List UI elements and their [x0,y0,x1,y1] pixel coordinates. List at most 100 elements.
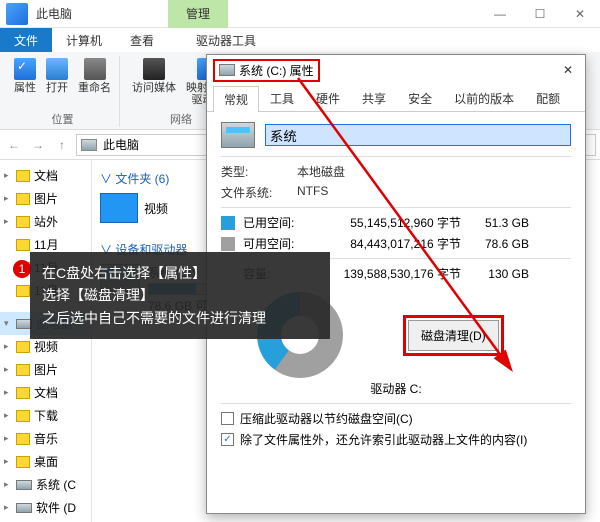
rename-label: 重命名 [78,82,111,94]
drive-large-icon [221,122,255,148]
nav-label: 站外 [34,213,58,230]
nav-item[interactable]: ▸桌面 [0,450,91,473]
index-checkbox[interactable]: ✓ 除了文件属性外，还允许索引此驱动器上文件的内容(I) [221,431,571,448]
tab-security[interactable]: 安全 [397,85,443,111]
fs-label: 文件系统: [221,184,297,201]
nav-label: 视频 [34,338,58,355]
free-label: 可用空间: [243,235,303,252]
folder-icon [16,364,30,376]
nav-item[interactable]: ▸音乐 [0,427,91,450]
annotation-box: 在C盘处右击选择【属性】 选择【磁盘清理】 之后选中自己不需要的文件进行清理 [30,252,330,339]
tab-drive-tools[interactable]: 驱动器工具 [182,28,270,52]
nav-item[interactable]: ▸图片 [0,358,91,381]
group-network-label: 网络 [170,111,192,127]
folder-icon [16,170,30,182]
ribbon-tabs: 文件 计算机 查看 驱动器工具 [0,28,600,52]
nav-label: 11月 [34,236,58,253]
free-bytes: 84,443,017,216 字节 [311,235,461,252]
nav-label: 桌面 [34,453,58,470]
dialog-title-highlight: 系统 (C:) 属性 [213,59,320,82]
nav-label: 系统 (C [36,476,76,493]
address-text: 此电脑 [103,136,139,153]
annotation-line: 之后选中自己不需要的文件进行清理 [42,307,318,329]
checkbox-icon: ✓ [221,433,234,446]
dialog-title: 系统 (C:) 属性 [239,62,314,79]
type-label: 类型: [221,163,297,180]
checkbox-icon [221,412,234,425]
forward-button[interactable]: → [28,138,48,152]
properties-label: 属性 [14,82,36,94]
annotation-line: 选择【磁盘清理】 [42,284,318,306]
nav-label: 文档 [34,384,58,401]
maximize-button[interactable]: ☐ [520,0,560,28]
nav-buttons: ← → ↑ [4,138,72,152]
tab-file[interactable]: 文件 [0,28,52,52]
drive-icon [219,64,235,76]
folder-item[interactable]: 视频 [100,193,168,223]
folder-icon [100,193,138,223]
capacity-gb: 130 GB [469,267,529,281]
nav-label: 图片 [34,190,58,207]
used-gb: 51.3 GB [469,216,529,230]
nav-label: 图片 [34,361,58,378]
properties-button[interactable]: 属性 [12,56,38,96]
access-media-label: 访问媒体 [132,82,176,94]
fs-value: NTFS [297,184,328,201]
folder-icon [16,410,30,422]
free-gb: 78.6 GB [469,237,529,251]
tab-view[interactable]: 查看 [116,28,168,52]
minimize-button[interactable]: — [480,0,520,28]
open-button[interactable]: 打开 [44,56,70,96]
access-media-button[interactable]: 访问媒体 [130,56,178,108]
nav-item[interactable]: ▸站外 [0,210,91,233]
cleanup-highlight: 磁盘清理(D) [403,315,504,356]
drive-name-input[interactable] [265,124,571,146]
nav-item[interactable]: ▸文档 [0,164,91,187]
management-context-tab[interactable]: 管理 [168,0,228,28]
folder-label: 视频 [144,200,168,217]
free-swatch-icon [221,237,235,251]
nav-item[interactable]: ▸软件 (D [0,496,91,519]
window-title: 此电脑 [36,5,72,22]
tab-hardware[interactable]: 硬件 [305,85,351,111]
window-controls: — ☐ ✕ [480,0,600,28]
tab-sharing[interactable]: 共享 [351,85,397,111]
nav-item[interactable]: ▸图片 [0,187,91,210]
drive-icon [16,480,32,490]
nav-label: 音乐 [34,430,58,447]
folder-icon [16,387,30,399]
nav-label: 文档 [34,167,58,184]
navigation-pane: ▸文档 ▸图片 ▸站外 11月 11月 11月 ▾此电脑 ▸视频 ▸图片 ▸文档… [0,160,92,522]
index-label: 除了文件属性外，还允许索引此驱动器上文件的内容(I) [240,431,527,448]
pc-icon [81,139,97,151]
drive-icon [16,503,32,513]
folder-icon [16,456,30,468]
media-icon [143,58,165,80]
back-button[interactable]: ← [4,138,24,152]
open-label: 打开 [46,82,68,94]
folder-icon [16,239,30,251]
used-bytes: 55,145,512,960 字节 [311,214,461,231]
nav-item[interactable]: ▸文档 [0,381,91,404]
tab-general[interactable]: 常规 [213,86,259,112]
nav-item[interactable]: ▸下载 [0,404,91,427]
tab-quota[interactable]: 配额 [525,85,571,111]
nav-item[interactable]: ▸系统 (C [0,473,91,496]
up-button[interactable]: ↑ [52,138,72,152]
dialog-close-button[interactable]: ✕ [557,61,579,79]
dialog-titlebar: 系统 (C:) 属性 ✕ [207,55,585,85]
tab-computer[interactable]: 计算机 [52,28,116,52]
group-location-label: 位置 [52,111,74,127]
disk-cleanup-button[interactable]: 磁盘清理(D) [408,320,499,351]
tab-previous[interactable]: 以前的版本 [443,85,525,111]
compress-checkbox[interactable]: 压缩此驱动器以节约磁盘空间(C) [221,410,571,427]
folder-icon [16,285,30,297]
folder-icon [16,341,30,353]
open-icon [46,58,68,80]
tab-tools[interactable]: 工具 [259,85,305,111]
close-button[interactable]: ✕ [560,0,600,28]
capacity-bytes: 139,588,530,176 字节 [311,265,461,282]
annotation-line: 在C盘处右击选择【属性】 [42,262,318,284]
folder-icon [16,216,30,228]
rename-button[interactable]: 重命名 [76,56,113,96]
